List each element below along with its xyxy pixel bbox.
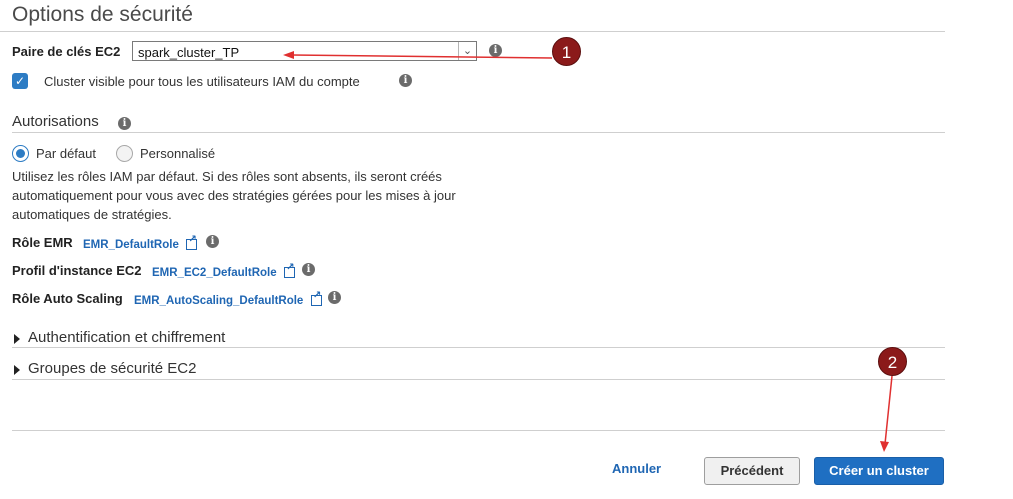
annotation-arrows: [283, 51, 893, 452]
arrowhead-icon: [283, 51, 294, 59]
annotation-badge-2: 2: [878, 347, 907, 376]
annotation-badge-1: 1: [552, 37, 581, 66]
annotation-arrow-2: [884, 375, 893, 445]
annotation-arrow-1: [291, 54, 553, 59]
arrowhead-icon: [880, 441, 889, 452]
